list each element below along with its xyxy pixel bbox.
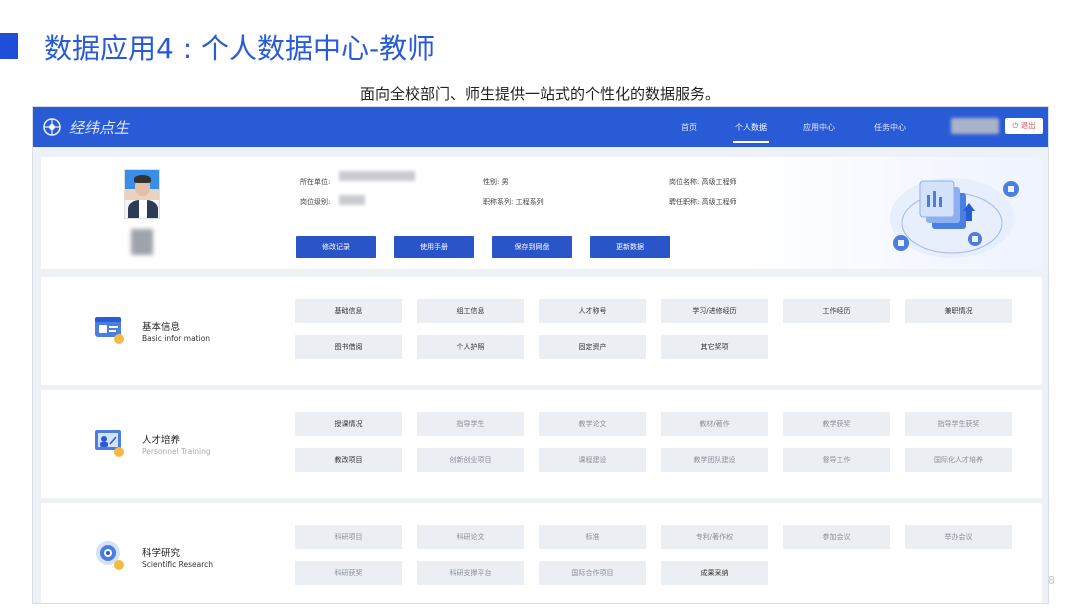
tag-basic-info[interactable]: 基础信息 [295, 299, 402, 323]
user-name-redacted[interactable] [951, 118, 999, 134]
title-accent-bar [0, 33, 18, 59]
tag-reform-projects[interactable]: 教改项目 [295, 448, 402, 472]
tag-standards[interactable]: 标准 [539, 525, 646, 549]
tag-teaching[interactable]: 授课情况 [295, 412, 402, 436]
tag-library[interactable]: 图书借阅 [295, 335, 402, 359]
tag-other-awards[interactable]: 其它奖项 [661, 335, 768, 359]
tag-innovation-projects[interactable]: 创新创业项目 [417, 448, 524, 472]
top-navbar: 经纬点生 首页 个人数据 应用中心 任务中心 ⏻ 退出 [33, 107, 1048, 147]
profile-name-redacted [131, 229, 153, 255]
unit-value-redacted [339, 171, 415, 181]
post-name-label: 岗位名称: 高级工程师 [669, 178, 737, 186]
section-subtitle: Scientific Research [142, 560, 213, 569]
slide-title: 数据应用4 : 个人数据中心-教师 [44, 32, 436, 65]
logo-icon [43, 118, 61, 136]
tag-adopted-results[interactable]: 成果采纳 [661, 561, 768, 585]
save-to-netdisk-button[interactable]: 保存到网盘 [492, 236, 572, 258]
nav-item-home[interactable]: 首页 [681, 122, 697, 133]
tag-org-info[interactable]: 组工信息 [417, 299, 524, 323]
section-title: 科学研究 [142, 548, 181, 559]
slide-subtitle: 面向全校部门、师生提供一站式的个性化的数据服务。 [360, 85, 721, 103]
tag-patents[interactable]: 专利/著作权 [661, 525, 768, 549]
tag-research-platforms[interactable]: 科研支撑平台 [417, 561, 524, 585]
tag-study-history[interactable]: 学习/进修经历 [661, 299, 768, 323]
id-card-icon [95, 317, 124, 344]
level-label: 岗位级别: [300, 198, 331, 206]
logout-button[interactable]: ⏻ 退出 [1005, 118, 1043, 134]
avatar [124, 169, 160, 219]
tag-guide-students[interactable]: 指导学生 [417, 412, 524, 436]
hired-title-label: 聘任职称: 高级工程师 [669, 198, 737, 206]
level-value-redacted [339, 195, 365, 205]
section-talent-training: 人才培养 Personnel Training 授课情况 指导学生 教学论文 教… [41, 390, 1042, 498]
tag-student-awards[interactable]: 指导学生获奖 [905, 412, 1012, 436]
tag-work-history[interactable]: 工作经历 [783, 299, 890, 323]
tag-research-awards[interactable]: 科研获奖 [295, 561, 402, 585]
modify-record-button[interactable]: 修改记录 [296, 236, 376, 258]
tag-team-building[interactable]: 教学团队建设 [661, 448, 768, 472]
tag-talent-title[interactable]: 人才称号 [539, 299, 646, 323]
nav-item-personal-data[interactable]: 个人数据 [735, 122, 767, 133]
tag-intl-cooperation[interactable]: 国际合作项目 [539, 561, 646, 585]
tag-attend-conferences[interactable]: 参加会议 [783, 525, 890, 549]
section-subtitle: Personnel Training [142, 447, 211, 456]
section-title: 人才培养 [142, 435, 181, 446]
tag-part-time[interactable]: 兼职情况 [905, 299, 1012, 323]
title-series-label: 职称系列: 工程系列 [483, 198, 544, 206]
tag-research-projects[interactable]: 科研项目 [295, 525, 402, 549]
tag-supervision[interactable]: 督导工作 [783, 448, 890, 472]
app-window: 经纬点生 首页 个人数据 应用中心 任务中心 ⏻ 退出 所在单位: 岗位级别: … [32, 106, 1049, 604]
teacher-board-icon [95, 430, 124, 457]
nav-item-app-center[interactable]: 应用中心 [803, 122, 835, 133]
tag-teaching-awards[interactable]: 教学获奖 [783, 412, 890, 436]
tag-textbooks[interactable]: 教材/著作 [661, 412, 768, 436]
profile-card: 所在单位: 岗位级别: 性别: 男 职称系列: 工程系列 岗位名称: 高级工程师… [41, 157, 1042, 269]
tag-passport[interactable]: 个人护照 [417, 335, 524, 359]
section-title: 基本信息 [142, 322, 181, 333]
section-scientific-research: 科学研究 Scientific Research 科研项目 科研论文 标准 专利… [41, 503, 1042, 603]
tag-course-building[interactable]: 课程建设 [539, 448, 646, 472]
tag-fixed-assets[interactable]: 固定资产 [539, 335, 646, 359]
slide: 数据应用4 : 个人数据中心-教师 面向全校部门、师生提供一站式的个性化的数据服… [0, 0, 1080, 608]
logo-text: 经纬点生 [69, 119, 130, 137]
user-manual-button[interactable]: 使用手册 [394, 236, 474, 258]
tag-teaching-papers[interactable]: 教学论文 [539, 412, 646, 436]
tag-research-papers[interactable]: 科研论文 [417, 525, 524, 549]
tag-international-training[interactable]: 国际化人才培养 [905, 448, 1012, 472]
active-nav-indicator [733, 141, 769, 143]
section-subtitle: Basic infor mation [142, 334, 211, 343]
target-icon [96, 541, 124, 570]
tag-host-conferences[interactable]: 举办会议 [905, 525, 1012, 549]
data-center-illustration-icon [890, 178, 1019, 258]
unit-label: 所在单位: [300, 178, 331, 186]
gender-label: 性别: 男 [483, 178, 509, 186]
update-data-button[interactable]: 更新数据 [590, 236, 670, 258]
nav-item-task-center[interactable]: 任务中心 [874, 122, 906, 133]
section-basic-info: 基本信息 Basic infor mation 基础信息 组工信息 人才称号 学… [41, 277, 1042, 385]
page-number: 8 [1048, 574, 1055, 587]
